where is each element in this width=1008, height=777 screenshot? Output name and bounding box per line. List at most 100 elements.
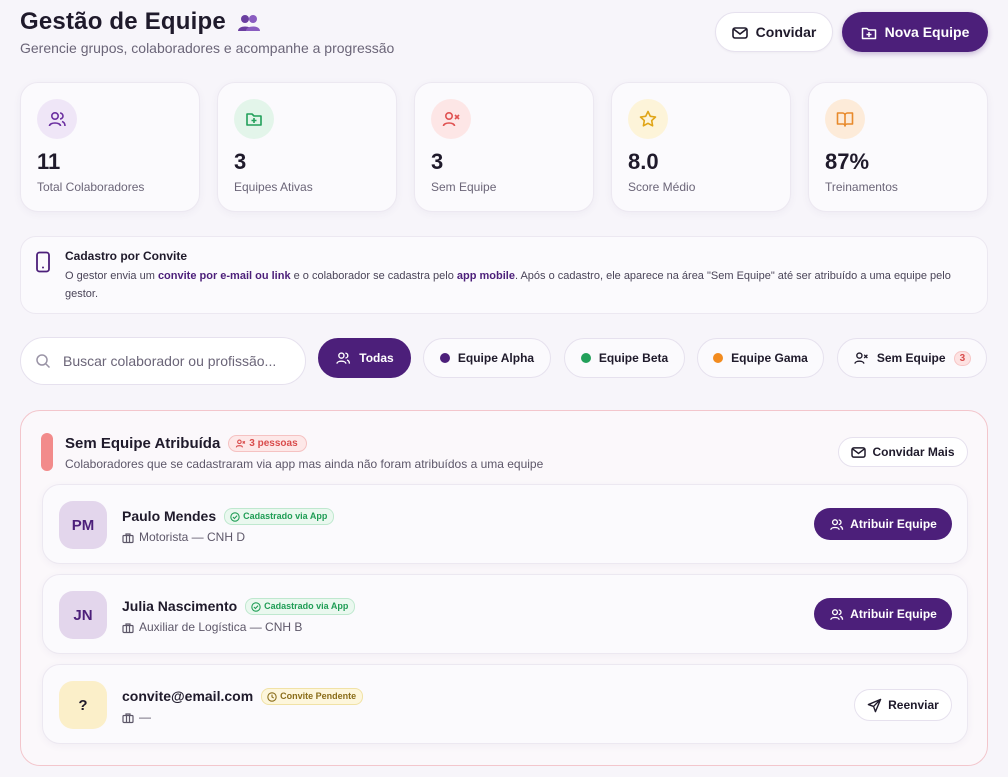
- resend-label: Reenviar: [888, 698, 939, 712]
- info-text-part: e o colaborador se cadastra pelo: [290, 270, 457, 282]
- users-icon: [829, 606, 844, 621]
- status-badge: Cadastrado via App: [224, 508, 335, 525]
- avatar: ?: [59, 681, 107, 729]
- member-name: Paulo Mendes: [122, 508, 217, 525]
- new-team-button-label: Nova Equipe: [884, 24, 970, 40]
- team-color-dot: [439, 353, 450, 363]
- page-title-wrap: Gestão de Equipe: [20, 8, 262, 36]
- users-icon: [335, 350, 351, 366]
- stat-card-unassigned: 3 Sem Equipe: [414, 82, 594, 212]
- invite-info-box: Cadastro por Convite O gestor envia um c…: [20, 236, 988, 314]
- filter-chip-alpha[interactable]: Equipe Alpha: [423, 338, 551, 378]
- filter-chip-unassigned[interactable]: Sem Equipe 3: [837, 338, 987, 378]
- info-link-invite: convite por e-mail ou link: [157, 270, 291, 282]
- invite-button[interactable]: Convidar: [715, 12, 833, 52]
- user-x-icon: [431, 99, 471, 139]
- unassigned-panel: Sem Equipe Atribuída 3 pessoas Colaborad…: [20, 410, 988, 766]
- info-text-part: O gestor envia um: [65, 270, 158, 282]
- member-name-wrap: Julia Nascimento Cadastrado via App: [122, 598, 356, 615]
- info-text: O gestor envia um convite por e-mail ou …: [65, 267, 973, 303]
- filter-chip-label: Equipe Gama: [731, 351, 808, 365]
- team-icon: [236, 8, 262, 36]
- panel-title-wrap: Sem Equipe Atribuída 3 pessoas: [65, 435, 307, 453]
- stats-row: 11 Total Colaboradores 3 Equipes Ativas …: [20, 82, 988, 212]
- book-icon: [825, 99, 865, 139]
- status-badge-label: Convite Pendente: [280, 691, 357, 702]
- stat-value: 3: [431, 149, 444, 174]
- people-count-label: 3 pessoas: [249, 438, 298, 450]
- member-role: Auxiliar de Logística — CNH B: [139, 620, 303, 634]
- briefcase-icon: [122, 620, 134, 634]
- filter-chip-label: Sem Equipe: [876, 351, 946, 365]
- info-link-app: app mobile: [456, 270, 515, 282]
- stat-value: 3: [234, 149, 247, 174]
- check-circle-icon: [230, 511, 240, 522]
- assign-team-label: Atribuir Equipe: [850, 517, 937, 531]
- status-badge: Cadastrado via App: [245, 598, 356, 615]
- search-input[interactable]: [63, 353, 293, 369]
- member-role: Motorista — CNH D: [139, 530, 246, 544]
- invite-more-button[interactable]: Convidar Mais: [838, 437, 968, 467]
- member-name-wrap: convite@email.com Convite Pendente: [122, 688, 364, 705]
- smartphone-icon: [35, 251, 51, 278]
- stat-label: Score Médio: [628, 180, 696, 194]
- folder-plus-icon: [861, 24, 877, 40]
- clock-icon: [267, 691, 277, 702]
- stat-label: Sem Equipe: [431, 180, 497, 194]
- search-box[interactable]: [20, 337, 306, 385]
- status-badge: Convite Pendente: [261, 688, 364, 705]
- page-header: Gestão de Equipe Gerencie grupos, colabo…: [20, 8, 988, 64]
- new-team-button[interactable]: Nova Equipe: [842, 12, 988, 52]
- stat-value: 87%: [825, 149, 870, 174]
- member-role: —: [139, 710, 151, 724]
- member-email: convite@email.com: [122, 688, 254, 705]
- stat-value: 11: [37, 149, 61, 174]
- panel-title: Sem Equipe Atribuída: [65, 435, 221, 453]
- status-badge-label: Cadastrado via App: [243, 511, 328, 522]
- status-badge-label: Cadastrado via App: [264, 601, 349, 612]
- search-icon: [35, 352, 51, 370]
- member-name-wrap: Paulo Mendes Cadastrado via App: [122, 508, 335, 525]
- count-badge: 3: [953, 350, 972, 366]
- filter-chip-label: Equipe Beta: [598, 351, 669, 365]
- star-icon: [628, 99, 668, 139]
- filter-chip-gama[interactable]: Equipe Gama: [697, 338, 824, 378]
- team-color-dot: [713, 353, 724, 363]
- member-row: ? convite@email.com Convite Pendente — R…: [42, 664, 968, 744]
- users-icon: [829, 516, 844, 531]
- panel-accent-bar: [41, 433, 53, 471]
- mail-icon: [731, 24, 748, 40]
- team-color-dot: [580, 353, 591, 363]
- member-row: JN Julia Nascimento Cadastrado via App A…: [42, 574, 968, 654]
- page-subtitle: Gerencie grupos, colaboradores e acompan…: [20, 40, 395, 56]
- stat-label: Total Colaboradores: [37, 180, 145, 194]
- stat-label: Equipes Ativas: [234, 180, 313, 194]
- mail-icon: [851, 445, 867, 459]
- resend-invite-button[interactable]: Reenviar: [854, 689, 952, 721]
- folder-plus-icon: [234, 99, 274, 139]
- avatar: JN: [59, 591, 107, 639]
- people-count-badge: 3 pessoas: [228, 435, 307, 453]
- info-title: Cadastro por Convite: [65, 249, 188, 263]
- member-name: Julia Nascimento: [122, 598, 238, 615]
- stat-label: Treinamentos: [825, 180, 898, 194]
- filter-chip-label: Equipe Alpha: [457, 351, 535, 365]
- stat-card-teams: 3 Equipes Ativas: [217, 82, 397, 212]
- member-role-wrap: Motorista — CNH D: [122, 530, 245, 544]
- member-role-wrap: Auxiliar de Logística — CNH B: [122, 620, 302, 634]
- assign-team-button[interactable]: Atribuir Equipe: [814, 508, 952, 540]
- filter-chip-beta[interactable]: Equipe Beta: [564, 338, 685, 378]
- users-icon: [37, 99, 77, 139]
- briefcase-icon: [122, 530, 134, 544]
- invite-button-label: Convidar: [755, 24, 817, 40]
- invite-more-label: Convidar Mais: [872, 445, 955, 459]
- assign-team-button[interactable]: Atribuir Equipe: [814, 598, 952, 630]
- send-icon: [867, 697, 882, 712]
- page-title: Gestão de Equipe: [20, 8, 226, 35]
- stat-card-score: 8.0 Score Médio: [611, 82, 791, 212]
- assign-team-label: Atribuir Equipe: [850, 607, 937, 621]
- panel-subtitle: Colaboradores que se cadastraram via app…: [65, 457, 544, 471]
- member-role-wrap: —: [122, 710, 151, 724]
- stat-card-total: 11 Total Colaboradores: [20, 82, 200, 212]
- filter-chip-all[interactable]: Todas: [318, 338, 411, 378]
